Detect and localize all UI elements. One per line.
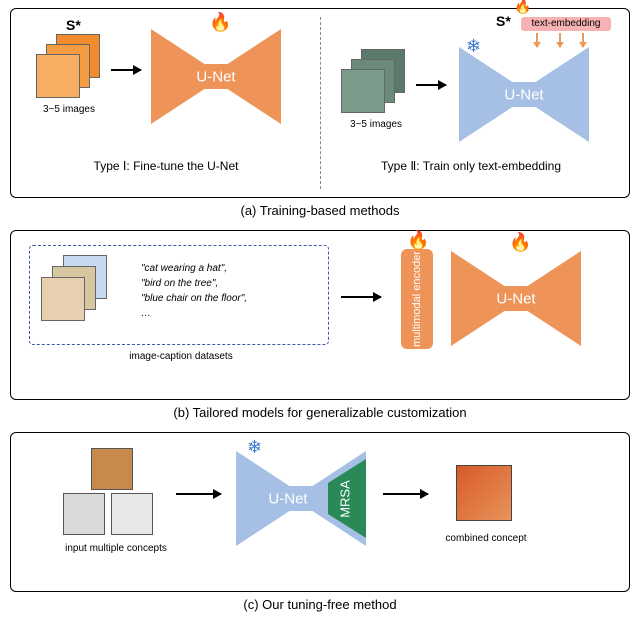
arrow-c-2 xyxy=(383,493,428,495)
snowflake-icon: ❄ xyxy=(247,438,262,456)
panel-a-divider xyxy=(320,17,321,189)
img-count-a-right: 3~5 images xyxy=(336,119,416,130)
unet-label-a-left: U-Net xyxy=(196,68,235,85)
snowflake-icon: ❄ xyxy=(466,37,481,55)
caption-line-0: "cat wearing a hat", xyxy=(141,261,247,276)
caption-line-1: "bird on the tree", xyxy=(141,276,247,291)
type2-label: Type Ⅱ: Train only text-embedding xyxy=(331,159,611,173)
fire-icon: 🔥 xyxy=(514,0,531,13)
caption-lines: "cat wearing a hat", "bird on the tree",… xyxy=(141,261,247,321)
type1-label: Type Ⅰ: Fine-tune the U-Net xyxy=(31,159,301,173)
caption-c: (c) Our tuning-free method xyxy=(0,597,640,612)
caption-line-3: … xyxy=(141,306,247,321)
multimodal-encoder: multimodal encoder xyxy=(401,249,433,349)
unet-a-right: U-Net xyxy=(459,47,589,142)
image-stack-a-right xyxy=(341,49,411,119)
unet-a-left: U-Net xyxy=(151,29,281,124)
arrow-a-left xyxy=(111,69,141,71)
input-multi-label: input multiple concepts xyxy=(56,543,176,554)
image-stack-a-left xyxy=(36,34,106,104)
img-count-a-left: 3~5 images xyxy=(29,104,109,115)
arrow-a-right xyxy=(416,84,446,86)
fire-icon: 🔥 xyxy=(407,231,429,249)
panel-a: S* 3~5 images U-Net 🔥 Type Ⅰ: Fine-tune … xyxy=(10,8,630,198)
output-label: combined concept xyxy=(431,533,541,544)
caption-line-2: "blue chair on the floor", xyxy=(141,291,247,306)
input-thumb-2 xyxy=(63,493,105,535)
unet-label-c: U-Net xyxy=(268,490,307,507)
panel-b: "cat wearing a hat", "bird on the tree",… xyxy=(10,230,630,400)
caption-b: (b) Tailored models for generalizable cu… xyxy=(0,405,640,420)
mrsa-label: MRSA xyxy=(338,480,353,518)
output-image xyxy=(456,465,512,521)
unet-label-a-right: U-Net xyxy=(504,86,543,103)
input-thumb-1 xyxy=(91,448,133,490)
emb-arrow-3 xyxy=(582,33,584,47)
emb-arrow-2 xyxy=(559,33,561,47)
unet-label-b: U-Net xyxy=(496,290,535,307)
fire-icon: 🔥 xyxy=(509,233,531,251)
arrow-b xyxy=(341,296,381,298)
s-star-right: S* xyxy=(496,13,511,29)
unet-c: U-Net MRSA xyxy=(236,451,366,546)
fire-icon: 🔥 xyxy=(209,13,231,31)
dataset-label: image-caption datasets xyxy=(106,351,256,362)
emb-arrow-1 xyxy=(536,33,538,47)
arrow-c-1 xyxy=(176,493,221,495)
panel-c: input multiple concepts U-Net MRSA ❄ com… xyxy=(10,432,630,592)
text-embedding-box: text-embedding xyxy=(521,17,611,31)
caption-a: (a) Training-based methods xyxy=(0,203,640,218)
unet-b: U-Net xyxy=(451,251,581,346)
s-star-left: S* xyxy=(66,17,81,33)
multimodal-encoder-label: multimodal encoder xyxy=(411,251,423,347)
image-stack-b xyxy=(41,255,111,325)
input-thumb-3 xyxy=(111,493,153,535)
